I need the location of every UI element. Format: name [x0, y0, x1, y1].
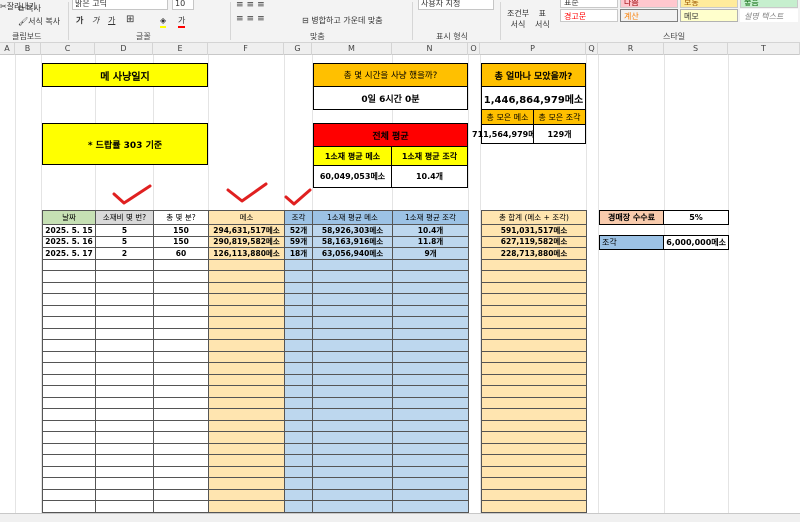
column-header[interactable]: P	[480, 43, 586, 55]
merge-icon: ⊟	[302, 16, 312, 25]
align-group-label: 맞춤	[310, 32, 325, 41]
conditional-format-button[interactable]: 조건부 서식	[507, 8, 529, 30]
ribbon: ✂잘라내기 ⧉ 복사 🖌서식 복사 클립보드 맑은 고딕 10 가 가 가 ⊞ …	[0, 0, 800, 43]
style-normal[interactable]: 표준	[560, 0, 618, 8]
format-painter-button[interactable]: 🖌서식 복사	[18, 16, 60, 27]
checkmark-annotation-icon	[112, 184, 152, 205]
align-icon[interactable]: ≡≡≡	[236, 14, 268, 25]
excel-window: { "ribbon": { "clipboard": {"cut": "잘라내기…	[0, 0, 800, 522]
column-header[interactable]: D	[95, 43, 153, 55]
column-header[interactable]: G	[284, 43, 312, 55]
column-headers: A B C D E F G M N O P Q R S T	[0, 43, 800, 55]
column-header[interactable]: T	[728, 43, 800, 55]
font-size-select[interactable]: 10	[172, 0, 194, 10]
bold-icon[interactable]: 가	[76, 15, 83, 26]
paintbrush-icon: 🖌	[18, 17, 29, 26]
column-header[interactable]: B	[15, 43, 41, 55]
column-header[interactable]: O	[468, 43, 480, 55]
clipboard-group-label: 클립보드	[12, 32, 42, 41]
number-group-label: 표시 형식	[436, 32, 468, 41]
font-group-label: 글꼴	[136, 32, 151, 41]
column-header[interactable]: E	[153, 43, 208, 55]
merge-center-button[interactable]: ⊟ 병합하고 가운데 맞춤	[302, 15, 383, 26]
column-header[interactable]: N	[392, 43, 468, 55]
style-calculation[interactable]: 계산	[620, 9, 678, 22]
column-header[interactable]: A	[0, 43, 15, 55]
sheet-tab-bar[interactable]	[0, 513, 800, 522]
style-warning[interactable]: 경고문	[560, 9, 618, 22]
column-header[interactable]: M	[312, 43, 392, 55]
worksheet[interactable]: 메 사냥일지 * 드랍률 303 기준 총 몇 시간을 사냥 했을까? 0일 6…	[0, 55, 800, 513]
style-explanatory[interactable]: 설명 텍스트	[740, 9, 798, 22]
table-format-button[interactable]: 표 서식	[535, 8, 550, 30]
style-note[interactable]: 메모	[680, 9, 738, 22]
styles-group-label: 스타일	[663, 32, 686, 41]
column-header[interactable]: S	[664, 43, 728, 55]
column-header[interactable]: R	[598, 43, 664, 55]
checkmark-annotation-icon	[284, 188, 312, 206]
border-icon[interactable]: ⊞	[126, 14, 134, 25]
column-header[interactable]: C	[41, 43, 95, 55]
column-header[interactable]: Q	[586, 43, 598, 55]
underline-icon[interactable]: 가	[108, 15, 115, 26]
align-icon[interactable]: ≡≡≡	[236, 0, 268, 11]
copy-button[interactable]: ⧉ 복사	[18, 3, 41, 14]
fill-color-icon[interactable]: ◈	[160, 15, 167, 28]
style-neutral[interactable]: 보통	[680, 0, 738, 8]
column-header[interactable]: F	[208, 43, 284, 55]
font-name-select[interactable]: 맑은 고딕	[72, 0, 168, 10]
style-good[interactable]: 좋음	[740, 0, 798, 8]
style-bad[interactable]: 나쁨	[620, 0, 678, 8]
checkmark-annotation-icon	[226, 182, 268, 203]
number-format-select[interactable]: 사용자 지정	[418, 0, 494, 10]
scissors-icon: ✂	[0, 2, 7, 11]
font-color-icon[interactable]: 가	[178, 15, 186, 28]
italic-icon[interactable]: 가	[92, 15, 99, 26]
checkmark-annotations	[112, 182, 312, 206]
